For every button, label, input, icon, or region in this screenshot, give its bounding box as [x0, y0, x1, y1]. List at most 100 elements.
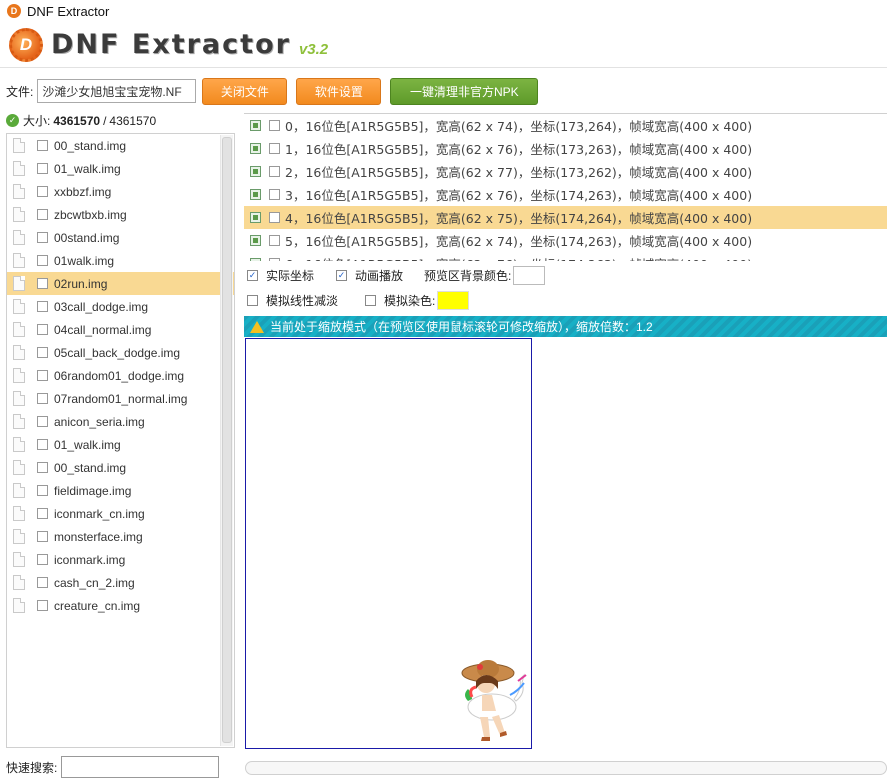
file-list-item[interactable]: 01_walk.img	[7, 157, 234, 180]
file-checkbox[interactable]	[37, 324, 48, 335]
file-checkbox[interactable]	[37, 232, 48, 243]
file-checkbox[interactable]	[37, 393, 48, 404]
animate-checkbox[interactable]: ✓	[336, 270, 348, 281]
frame-info: 3，16位色[A1R5G5B5]，宽高(62 x 76)，坐标(174,263)…	[285, 188, 753, 203]
linear-fade-checkbox[interactable]	[247, 295, 258, 306]
frame-checkbox[interactable]	[269, 143, 280, 154]
file-list-item[interactable]: iconmark.img	[7, 548, 234, 571]
file-checkbox[interactable]	[37, 600, 48, 611]
frame-list[interactable]: 0，16位色[A1R5G5B5]，宽高(62 x 74)，坐标(173,264)…	[244, 113, 887, 261]
file-icon	[13, 575, 25, 590]
file-list-item[interactable]: cash_cn_2.img	[7, 571, 234, 594]
frame-checkbox[interactable]	[269, 212, 280, 223]
preview-horizontal-scrollbar[interactable]	[245, 761, 887, 775]
file-checkbox[interactable]	[37, 462, 48, 473]
file-checkbox[interactable]	[37, 531, 48, 542]
file-checkbox[interactable]	[37, 416, 48, 427]
file-path-input[interactable]	[37, 79, 197, 103]
file-checkbox[interactable]	[37, 485, 48, 496]
search-input[interactable]	[61, 756, 220, 778]
file-label: 文件:	[6, 84, 34, 99]
file-list-item[interactable]: fieldimage.img	[7, 479, 234, 502]
file-checkbox[interactable]	[37, 278, 48, 289]
file-icon	[13, 437, 25, 452]
file-checkbox[interactable]	[37, 209, 48, 220]
file-icon	[13, 414, 25, 429]
frame-checkbox[interactable]	[269, 120, 280, 131]
close-file-button[interactable]: 关闭文件	[202, 77, 288, 105]
file-checkbox[interactable]	[37, 140, 48, 151]
file-list-item[interactable]: zbcwtbxb.img	[7, 203, 234, 226]
frame-list-item[interactable]: 2，16位色[A1R5G5B5]，宽高(62 x 77)，坐标(173,262)…	[244, 160, 887, 183]
file-icon	[13, 207, 25, 222]
frame-checkbox[interactable]	[269, 189, 280, 200]
frame-checkbox[interactable]	[269, 235, 280, 246]
dye-color-picker[interactable]	[437, 291, 470, 310]
file-name: monsterface.img	[54, 529, 143, 544]
file-list-item[interactable]: 01_walk.img	[7, 433, 234, 456]
animate-label: 动画播放	[355, 269, 404, 283]
scrollbar-thumb[interactable]	[222, 137, 232, 743]
size-separator: /	[103, 113, 107, 128]
frame-list-item[interactable]: 3，16位色[A1R5G5B5]，宽高(62 x 76)，坐标(174,263)…	[244, 183, 887, 206]
file-checkbox[interactable]	[37, 301, 48, 312]
check-circle-icon: ✓	[6, 114, 19, 127]
file-list-item[interactable]: iconmark_cn.img	[7, 502, 234, 525]
zoom-info-bar: 当前处于缩放模式（在预览区使用鼠标滚轮可修改缩放），缩放倍数：1.2	[244, 316, 887, 337]
cleanup-npk-button[interactable]: 一键清理非官方NPK	[390, 77, 539, 105]
file-name: 00_stand.img	[54, 138, 127, 153]
frame-image-icon	[250, 235, 261, 246]
file-list-item[interactable]: xxbbzf.img	[7, 180, 234, 203]
frame-checkbox[interactable]	[269, 258, 280, 261]
file-list-scrollbar[interactable]	[220, 135, 233, 746]
file-list-item[interactable]: 07random01_normal.img	[7, 387, 234, 410]
file-checkbox[interactable]	[37, 508, 48, 519]
file-icon	[13, 230, 25, 245]
file-name: 05call_back_dodge.img	[54, 345, 181, 360]
frame-list-item[interactable]: 5，16位色[A1R5G5B5]，宽高(62 x 74)，坐标(174,263)…	[244, 229, 887, 252]
file-checkbox[interactable]	[37, 347, 48, 358]
file-list-item[interactable]: 03call_dodge.img	[7, 295, 234, 318]
file-checkbox[interactable]	[37, 554, 48, 565]
file-list-item[interactable]: 02run.img	[7, 272, 234, 295]
file-name: 01_walk.img	[54, 161, 121, 176]
file-list-item[interactable]: creature_cn.img	[7, 594, 234, 617]
file-checkbox[interactable]	[37, 370, 48, 381]
frame-info: 6，16位色[A1R5G5B5]，宽高(62 x 76)，坐标(174,263)…	[285, 254, 752, 261]
frame-info: 5，16位色[A1R5G5B5]，宽高(62 x 74)，坐标(174,263)…	[285, 234, 753, 249]
file-checkbox[interactable]	[37, 255, 48, 266]
file-icon	[13, 483, 25, 498]
file-list-item[interactable]: 00_stand.img	[7, 134, 234, 157]
file-list-item[interactable]: 01walk.img	[7, 249, 234, 272]
sprite-preview-image	[461, 660, 527, 741]
file-list-item[interactable]: anicon_seria.img	[7, 410, 234, 433]
frame-image-icon	[250, 143, 261, 154]
settings-button[interactable]: 软件设置	[296, 77, 382, 105]
frame-list-item[interactable]: 4，16位色[A1R5G5B5]，宽高(62 x 75)，坐标(174,264)…	[244, 206, 887, 229]
file-checkbox[interactable]	[37, 439, 48, 450]
frame-list-item[interactable]: 0，16位色[A1R5G5B5]，宽高(62 x 74)，坐标(173,264)…	[244, 114, 887, 137]
preview-area[interactable]	[245, 338, 532, 749]
file-icon	[13, 138, 25, 153]
file-checkbox[interactable]	[37, 577, 48, 588]
file-checkbox[interactable]	[37, 186, 48, 197]
img-file-list[interactable]: 00_stand.img 01_walk.img xxbbzf.img zbcwtbx…	[6, 133, 235, 748]
file-list-item[interactable]: monsterface.img	[7, 525, 234, 548]
frame-list-item[interactable]: 1，16位色[A1R5G5B5]，宽高(62 x 76)，坐标(173,263)…	[244, 137, 887, 160]
bg-color-picker[interactable]	[513, 266, 546, 285]
file-list-item[interactable]: 00stand.img	[7, 226, 234, 249]
frame-list-item[interactable]: 6，16位色[A1R5G5B5]，宽高(62 x 76)，坐标(174,263)…	[244, 252, 887, 261]
real-coords-checkbox[interactable]: ✓	[247, 270, 258, 281]
file-name: iconmark.img	[54, 552, 126, 567]
frame-checkbox[interactable]	[269, 166, 280, 177]
dye-checkbox[interactable]	[365, 295, 377, 306]
file-list-item[interactable]: 06random01_dodge.img	[7, 364, 234, 387]
file-name: fieldimage.img	[54, 483, 132, 498]
file-list-item[interactable]: 04call_normal.img	[7, 318, 234, 341]
file-checkbox[interactable]	[37, 163, 48, 174]
file-list-item[interactable]: 05call_back_dodge.img	[7, 341, 234, 364]
file-list-item[interactable]: 00_stand.img	[7, 456, 234, 479]
file-icon	[13, 552, 25, 567]
linear-fade-label: 模拟线性减淡	[266, 294, 339, 308]
search-label: 快速搜索:	[6, 760, 58, 775]
